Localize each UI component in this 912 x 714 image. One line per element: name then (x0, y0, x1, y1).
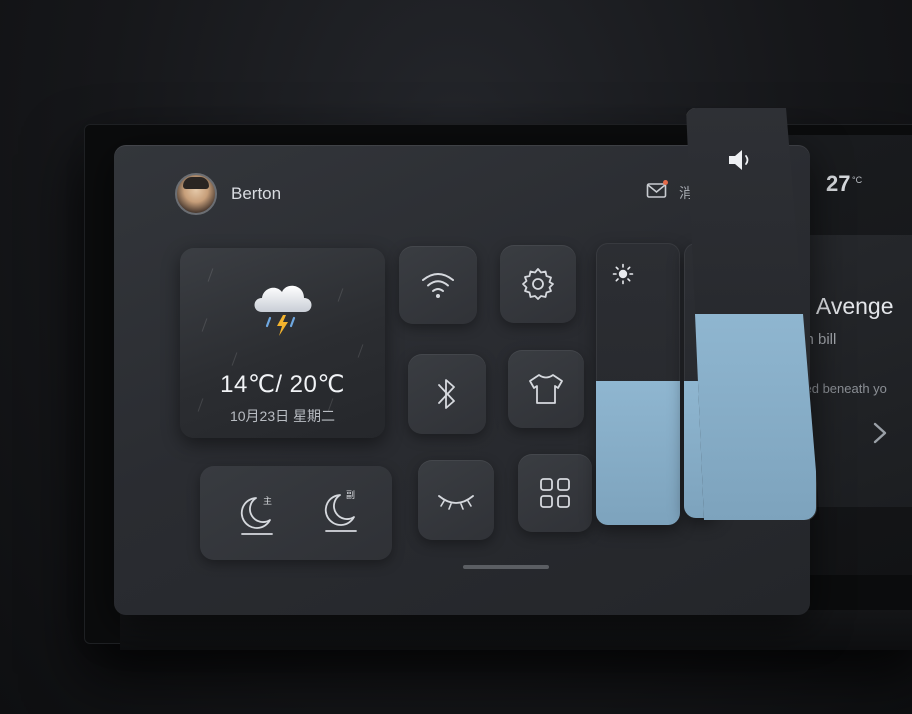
wifi-button[interactable] (399, 246, 477, 324)
bluetooth-button[interactable] (408, 354, 486, 434)
passenger-sleep-icon[interactable] (320, 487, 364, 537)
settings-button[interactable] (500, 245, 576, 323)
driver-sleep-icon[interactable] (236, 490, 280, 540)
bluetooth-icon (438, 379, 455, 409)
rain-streak (337, 288, 344, 302)
music-lyric: ked beneath yo (798, 381, 887, 396)
rain-streak (201, 318, 208, 332)
cloud-thunder-rain-icon (254, 285, 312, 336)
clothing-button[interactable] (508, 350, 584, 428)
passenger-seat-label: 副 (346, 490, 356, 500)
sleep-button[interactable] (418, 460, 494, 540)
climate-temperature-unit: °C (852, 175, 863, 185)
weather-card[interactable]: 14℃/ 20℃ 10月23日 星期二 (180, 248, 385, 438)
speaker-icon (729, 150, 749, 170)
brightness-slider[interactable] (596, 243, 680, 525)
weather-date: 10月23日 星期二 (229, 408, 336, 424)
volume-fill (686, 314, 816, 520)
grid-icon (540, 478, 570, 508)
rain-streak (231, 352, 238, 366)
home-indicator[interactable] (463, 565, 549, 569)
rain-streak (207, 268, 214, 282)
notification-dot (663, 180, 668, 185)
avatar[interactable] (175, 173, 217, 215)
brightness-fill (596, 381, 680, 525)
weather-temperature: 14℃/ 20℃ (220, 371, 345, 398)
next-track-icon[interactable] (870, 421, 890, 445)
wifi-icon (422, 273, 454, 298)
rain-streak (357, 344, 364, 358)
climate-temperature: 27 (826, 171, 851, 196)
music-title: e Avenge (798, 293, 894, 319)
username: Berton (231, 184, 282, 203)
driver-seat-label: 主 (263, 496, 273, 506)
gear-icon (522, 268, 554, 300)
apps-button[interactable] (518, 454, 592, 532)
brightness-icon (612, 263, 634, 285)
bezel-base (120, 610, 912, 650)
tshirt-icon (529, 374, 563, 404)
closed-eye-icon (438, 495, 474, 510)
